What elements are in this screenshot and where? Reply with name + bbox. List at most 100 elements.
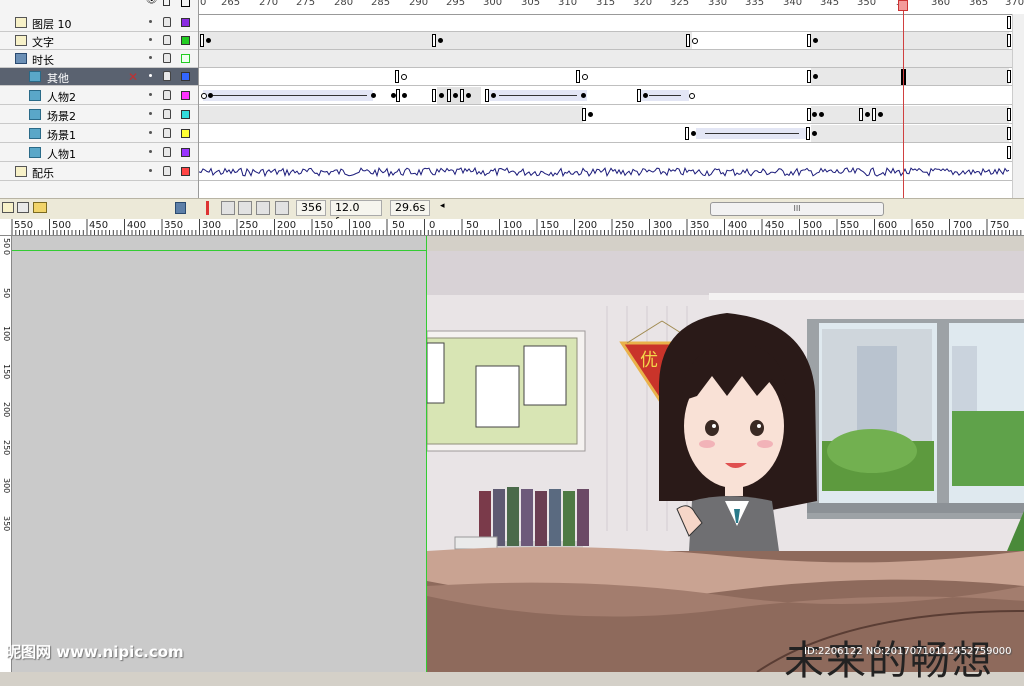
visibility-dot[interactable] (149, 112, 152, 115)
frame-row[interactable] (199, 144, 1012, 162)
lock-header-icon[interactable] (163, 0, 170, 6)
frame-row[interactable] (199, 106, 1012, 124)
keyframe[interactable] (812, 131, 817, 136)
keyframe[interactable] (460, 89, 464, 102)
layer-color-swatch[interactable] (181, 167, 190, 176)
keyframe[interactable] (200, 34, 204, 47)
keyframe[interactable] (691, 131, 696, 136)
eye-icon[interactable]: 👁 (146, 0, 157, 6)
stage-canvas[interactable]: 优 (427, 251, 1024, 672)
lock-icon[interactable] (163, 90, 171, 100)
scroll-left-icon[interactable]: ◂ (440, 201, 445, 211)
layer-row-配乐[interactable]: 配乐 (0, 163, 198, 181)
keyframe[interactable] (686, 34, 690, 47)
visibility-dot[interactable] (149, 93, 152, 96)
center-frame-icon[interactable] (206, 201, 209, 215)
lock-icon[interactable] (163, 166, 171, 176)
keyframe[interactable] (812, 112, 817, 117)
lock-icon[interactable] (163, 17, 171, 27)
keyframe[interactable] (643, 93, 648, 98)
keyframe[interactable] (807, 34, 811, 47)
visibility-dot[interactable] (149, 56, 152, 59)
layer-color-swatch[interactable] (181, 18, 190, 27)
keyframe[interactable] (685, 127, 689, 140)
keyframe-empty[interactable] (201, 93, 207, 99)
frame-row[interactable] (199, 14, 1012, 32)
keyframe[interactable] (813, 38, 818, 43)
delete-layer-icon[interactable] (175, 202, 186, 214)
frame-grid[interactable]: 0 265 270 275 280 285 290 295 300 305 31… (199, 0, 1024, 198)
add-layer-icon[interactable] (2, 202, 14, 213)
keyframe[interactable] (453, 93, 458, 98)
layer-row-时长[interactable]: 时长 (0, 50, 198, 68)
layer-color-swatch[interactable] (181, 36, 190, 45)
keyframe-empty[interactable] (692, 38, 698, 44)
timeline-hscroll-thumb[interactable]: III (710, 202, 884, 216)
keyframe[interactable] (485, 89, 489, 102)
frame-row[interactable] (199, 50, 1012, 68)
edit-multiple-icon[interactable] (256, 201, 270, 215)
layer-color-swatch[interactable] (181, 54, 190, 63)
playhead-handle[interactable] (898, 0, 908, 11)
keyframe[interactable] (395, 70, 399, 83)
keyframe-end[interactable] (1007, 127, 1011, 140)
frame-row[interactable] (199, 68, 1012, 86)
onion-skin-icon[interactable] (221, 201, 235, 215)
keyframe[interactable] (432, 89, 436, 102)
layer-row-场景2[interactable]: 场景2 (0, 106, 198, 124)
keyframe[interactable] (582, 108, 586, 121)
keyframe[interactable] (588, 112, 593, 117)
frame-row[interactable] (199, 163, 1012, 181)
add-folder-icon[interactable] (33, 202, 47, 213)
keyframe[interactable] (402, 93, 407, 98)
lock-icon[interactable] (163, 53, 171, 63)
keyframe[interactable] (865, 112, 870, 117)
add-guide-layer-icon[interactable] (17, 202, 29, 213)
keyframe[interactable] (859, 108, 863, 121)
keyframe[interactable] (807, 108, 811, 121)
pasteboard-area[interactable] (12, 236, 426, 672)
layer-color-swatch[interactable] (181, 110, 190, 119)
layer-row-人物1[interactable]: 人物1 (0, 144, 198, 162)
keyframe[interactable] (581, 93, 586, 98)
lock-icon[interactable] (163, 109, 171, 119)
keyframe[interactable] (637, 89, 641, 102)
visibility-dot[interactable] (149, 131, 152, 134)
keyframe-end[interactable] (1007, 70, 1011, 83)
outline-header-icon[interactable] (181, 0, 190, 7)
keyframe-end[interactable] (1007, 34, 1011, 47)
keyframe[interactable] (396, 89, 400, 102)
layer-row-其他[interactable]: 其他 ✕ (0, 68, 198, 86)
frame-row[interactable] (199, 125, 1012, 143)
keyframe[interactable] (813, 74, 818, 79)
keyframe-empty[interactable] (582, 74, 588, 80)
layer-row-图层10[interactable]: 图层 10 (0, 14, 198, 32)
keyframe[interactable] (208, 93, 213, 98)
visibility-dot[interactable] (149, 150, 152, 153)
keyframe[interactable] (439, 93, 444, 98)
keyframe[interactable] (206, 38, 211, 43)
layer-row-文字[interactable]: 文字 (0, 32, 198, 50)
lock-icon[interactable] (163, 71, 171, 81)
layer-row-人物2[interactable]: 人物2 (0, 87, 198, 105)
keyframe-empty[interactable] (401, 74, 407, 80)
modify-markers-icon[interactable] (275, 201, 289, 215)
visibility-dot[interactable] (149, 74, 152, 77)
keyframe[interactable] (878, 112, 883, 117)
keyframe-end[interactable] (1007, 16, 1011, 29)
keyframe[interactable] (807, 70, 811, 83)
keyframe[interactable] (371, 93, 376, 98)
keyframe-empty[interactable] (689, 93, 695, 99)
frame-row[interactable] (199, 32, 1012, 50)
layer-color-swatch[interactable] (181, 148, 190, 157)
layer-row-场景1[interactable]: 场景1 (0, 125, 198, 143)
keyframe[interactable] (491, 93, 496, 98)
visibility-dot[interactable] (149, 38, 152, 41)
keyframe[interactable] (576, 70, 580, 83)
lock-icon[interactable] (163, 35, 171, 45)
visibility-dot[interactable] (149, 20, 152, 23)
lock-icon[interactable] (163, 128, 171, 138)
lock-icon[interactable] (163, 147, 171, 157)
layer-color-swatch[interactable] (181, 129, 190, 138)
frame-row[interactable] (199, 87, 1012, 105)
